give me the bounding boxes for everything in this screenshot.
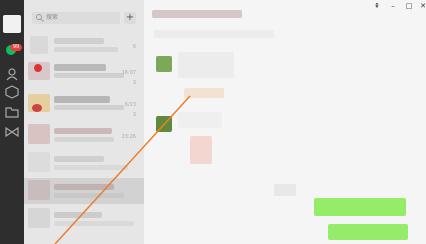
- moments-icon[interactable]: [4, 124, 20, 140]
- avatar[interactable]: [3, 15, 21, 33]
- list-item[interactable]: 16:07 3: [24, 58, 144, 86]
- item-sub: 3: [132, 80, 136, 86]
- item-time: 23:26: [121, 134, 136, 140]
- item-time: 6/13: [124, 102, 136, 108]
- favorites-icon[interactable]: [4, 84, 20, 100]
- chat-panel: [144, 0, 426, 244]
- list-item[interactable]: 6/13 3: [24, 90, 144, 118]
- left-rail: 99: [0, 0, 24, 244]
- search-placeholder: 搜索: [46, 14, 59, 21]
- list-item[interactable]: 23:26: [24, 122, 144, 148]
- minimize-button[interactable]: –: [388, 2, 398, 10]
- list-item[interactable]: [24, 150, 144, 176]
- item-time: 6: [132, 44, 136, 50]
- maximize-button[interactable]: □: [404, 2, 414, 10]
- contacts-icon[interactable]: [4, 66, 20, 82]
- list-item-selected[interactable]: [24, 178, 144, 204]
- search-icon: [36, 14, 44, 22]
- search-input[interactable]: 搜索: [32, 12, 120, 24]
- close-button[interactable]: ✕: [418, 2, 426, 10]
- unread-badge: 99: [10, 44, 22, 51]
- list-item[interactable]: [24, 206, 144, 232]
- item-time: 16:07: [121, 70, 136, 76]
- folder-icon[interactable]: [4, 104, 20, 120]
- add-button[interactable]: +: [124, 12, 136, 24]
- list-item[interactable]: 6: [24, 32, 144, 58]
- item-sub: 3: [132, 112, 136, 118]
- pin-button[interactable]: ⇞: [372, 2, 382, 10]
